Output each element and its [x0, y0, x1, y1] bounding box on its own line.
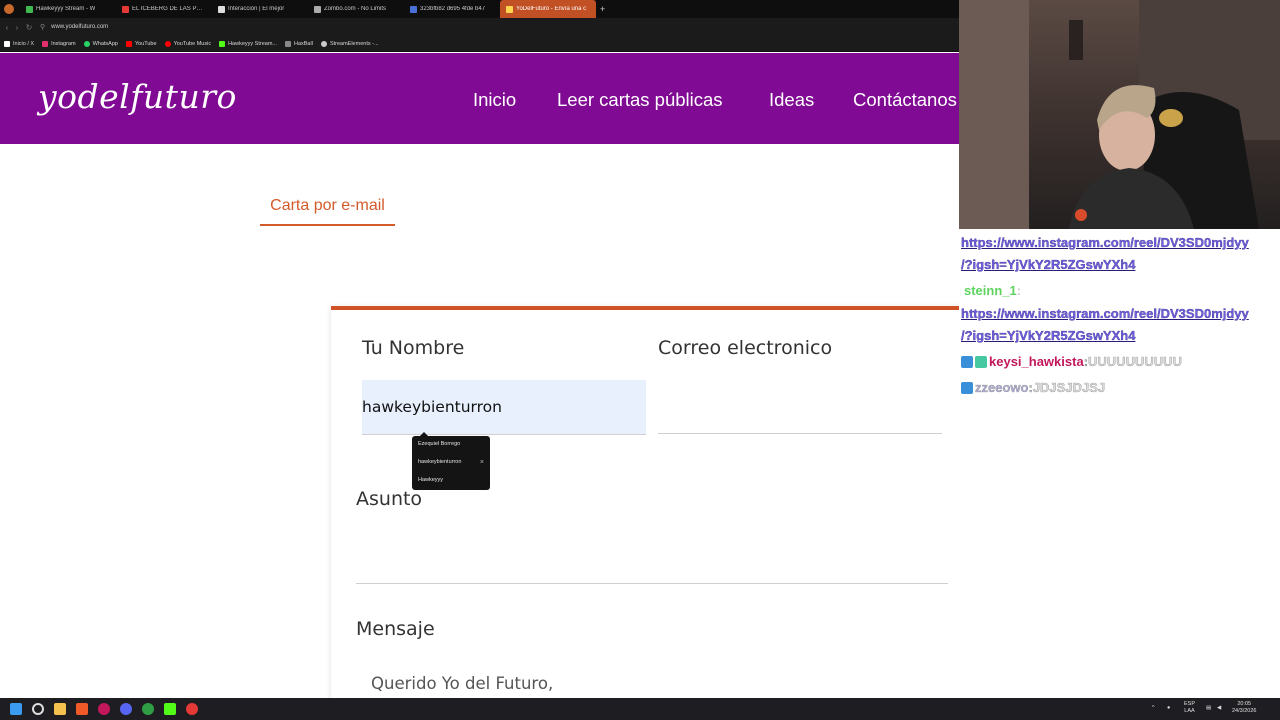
back-icon[interactable]: ‹ [6, 23, 9, 32]
chat-link-text[interactable]: /?igsh=YjVkY2R5ZGswYXh4 [961, 328, 1136, 343]
browser-tab-active[interactable]: YoDelFuturo - Envía una c [500, 0, 596, 18]
letter-form: Tu Nombre hawkeybienturron Correo electr… [331, 306, 960, 698]
tab-favicon-icon [506, 5, 513, 13]
autofill-option[interactable]: Ezequiel Borrego [418, 441, 460, 447]
browser-tab[interactable]: Zombo.com - No Limits [308, 0, 404, 18]
email-label: Correo electronico [658, 337, 833, 359]
bookmark-item[interactable]: StreamElements -... [320, 40, 379, 47]
browser-tab[interactable]: Interacción | El mejor [212, 0, 308, 18]
discord-icon[interactable] [120, 703, 132, 715]
tray-app-icon[interactable]: ● [1167, 705, 1170, 712]
nav-link-ideas[interactable]: Ideas [769, 89, 814, 111]
chat-username: keysi_hawkista [989, 354, 1084, 369]
chat-link-text[interactable]: https://www.instagram.com/reel/DV3SD0mjd… [961, 235, 1249, 250]
browser-tab[interactable]: EL ICEBERG DE LAS PÁGI [116, 0, 212, 18]
clock[interactable]: 20:05 24/3/2026 [1232, 701, 1256, 715]
bookmark-item[interactable]: HaxBall [284, 40, 313, 47]
brave-browser-icon[interactable] [76, 703, 88, 715]
bookmark-item[interactable]: YouTube Music [164, 40, 211, 47]
chat-message: keysi_hawkista : UUUUUUUUUU [961, 354, 1182, 369]
nav-link-contactanos[interactable]: Contáctanos [853, 89, 957, 111]
name-input[interactable]: hawkeybienturron [362, 380, 646, 435]
chat-username: steinn_1 [964, 283, 1017, 298]
bookmark-item[interactable]: WhatsApp [83, 40, 118, 47]
language-indicator[interactable]: ESP LAA [1184, 701, 1195, 715]
chat-message: steinn_1 : [961, 283, 1021, 298]
chat-username: zzeeowo [975, 380, 1029, 395]
chat-separator: : [1016, 283, 1022, 298]
tab-favicon-icon [410, 5, 417, 13]
webcam-image [959, 0, 1280, 229]
forward-icon[interactable]: › [16, 23, 19, 32]
tray-chevron-icon[interactable]: ^ [1152, 705, 1155, 712]
youtube-icon [125, 40, 132, 47]
music-icon[interactable] [186, 703, 198, 715]
haxball-icon [284, 40, 291, 47]
x-icon [4, 40, 10, 47]
new-tab-button[interactable]: + [596, 4, 609, 14]
brave-logo-icon[interactable] [4, 4, 14, 14]
app-icon[interactable] [98, 703, 110, 715]
tab-favicon-icon [26, 5, 33, 13]
instagram-icon [42, 40, 49, 47]
bookmarks-bar: Inicio / X Instagram WhatsApp YouTube Yo… [0, 36, 960, 52]
subject-label: Asunto [356, 488, 423, 510]
chat-message: zzeeowo : JDJSJDJSJ [961, 380, 1105, 395]
webcam-overlay [959, 0, 1280, 229]
name-label: Tu Nombre [362, 337, 465, 359]
bookmark-item[interactable]: Instagram [42, 40, 76, 47]
bookmark-item[interactable]: Inicio / X [4, 40, 34, 47]
reload-icon[interactable]: ↻ [26, 23, 33, 32]
autofill-option[interactable]: Hawkeyyy [418, 477, 443, 483]
app-icon[interactable] [142, 703, 154, 715]
email-input[interactable] [658, 380, 942, 434]
wifi-icon[interactable]: ▤ [1206, 705, 1211, 712]
tab-favicon-icon [122, 5, 129, 13]
subject-input[interactable] [356, 550, 948, 584]
message-label: Mensaje [356, 618, 435, 640]
site-main: Carta por e-mail Tu Nombre hawkeybientur… [0, 144, 960, 698]
moderator-badge-icon [961, 381, 973, 394]
tab-favicon-icon [314, 5, 321, 13]
chat-link-text[interactable]: https://www.instagram.com/reel/DV3SD0mjd… [961, 306, 1249, 321]
name-input-value: hawkeybienturron [362, 398, 502, 416]
autofill-dropdown: Ezequiel Borrego hawkeybienturron × Hawk… [412, 432, 490, 490]
browser-tab[interactable]: 323bfb82 d695 4fde b47 [404, 0, 500, 18]
chat-link-text[interactable]: /?igsh=YjVkY2R5ZGswYXh4 [961, 257, 1136, 272]
tab-carta-email[interactable]: Carta por e-mail [260, 197, 395, 226]
youtube-music-icon [164, 40, 171, 47]
url-field[interactable]: www.yodelfuturo.com [51, 24, 108, 30]
site-logo[interactable]: yodelfuturo [38, 77, 237, 116]
autofill-option[interactable]: hawkeybienturron [418, 459, 461, 465]
search-icon[interactable] [32, 703, 44, 715]
address-bar-row: ‹ › ↻ ⚲ www.yodelfuturo.com [0, 18, 960, 36]
site-info-icon[interactable]: ⚲ [40, 23, 45, 31]
browser-tab[interactable]: Hawkeyyy Stream - W [20, 0, 116, 18]
bookmark-item[interactable]: Hawkeyyy Stream... [219, 40, 277, 47]
stream-chat: https://www.instagram.com/reel/DV3SD0mjd… [959, 229, 1280, 698]
kick-icon [219, 40, 226, 47]
subscriber-badge-icon [975, 355, 987, 368]
moderator-badge-icon [961, 355, 973, 368]
volume-icon[interactable]: ◀ [1217, 705, 1221, 712]
browser-tab-strip: Hawkeyyy Stream - W EL ICEBERG DE LAS PÁ… [0, 0, 960, 18]
site-header: yodelfuturo Inicio Leer cartas públicas … [0, 53, 960, 144]
nav-buttons: ‹ › ↻ [0, 23, 36, 32]
windows-taskbar: ^ ● ESP LAA ▤ ◀ 20:05 24/3/2026 [0, 698, 1280, 720]
kick-icon[interactable] [164, 703, 176, 715]
nav-link-leer-cartas[interactable]: Leer cartas públicas [557, 89, 723, 111]
nav-link-inicio[interactable]: Inicio [473, 89, 516, 111]
message-textarea[interactable]: Querido Yo del Futuro, [371, 674, 553, 693]
windows-start-icon[interactable] [10, 703, 22, 715]
bookmark-item[interactable]: YouTube [125, 40, 157, 47]
chat-message-text: JDJSJDJSJ [1032, 380, 1106, 395]
tab-favicon-icon [218, 5, 225, 13]
streamelements-icon [320, 40, 327, 47]
chat-message-text: UUUUUUUUUU [1088, 354, 1182, 369]
whatsapp-icon [83, 40, 90, 47]
file-explorer-icon[interactable] [54, 703, 66, 715]
close-icon[interactable]: × [480, 459, 484, 466]
